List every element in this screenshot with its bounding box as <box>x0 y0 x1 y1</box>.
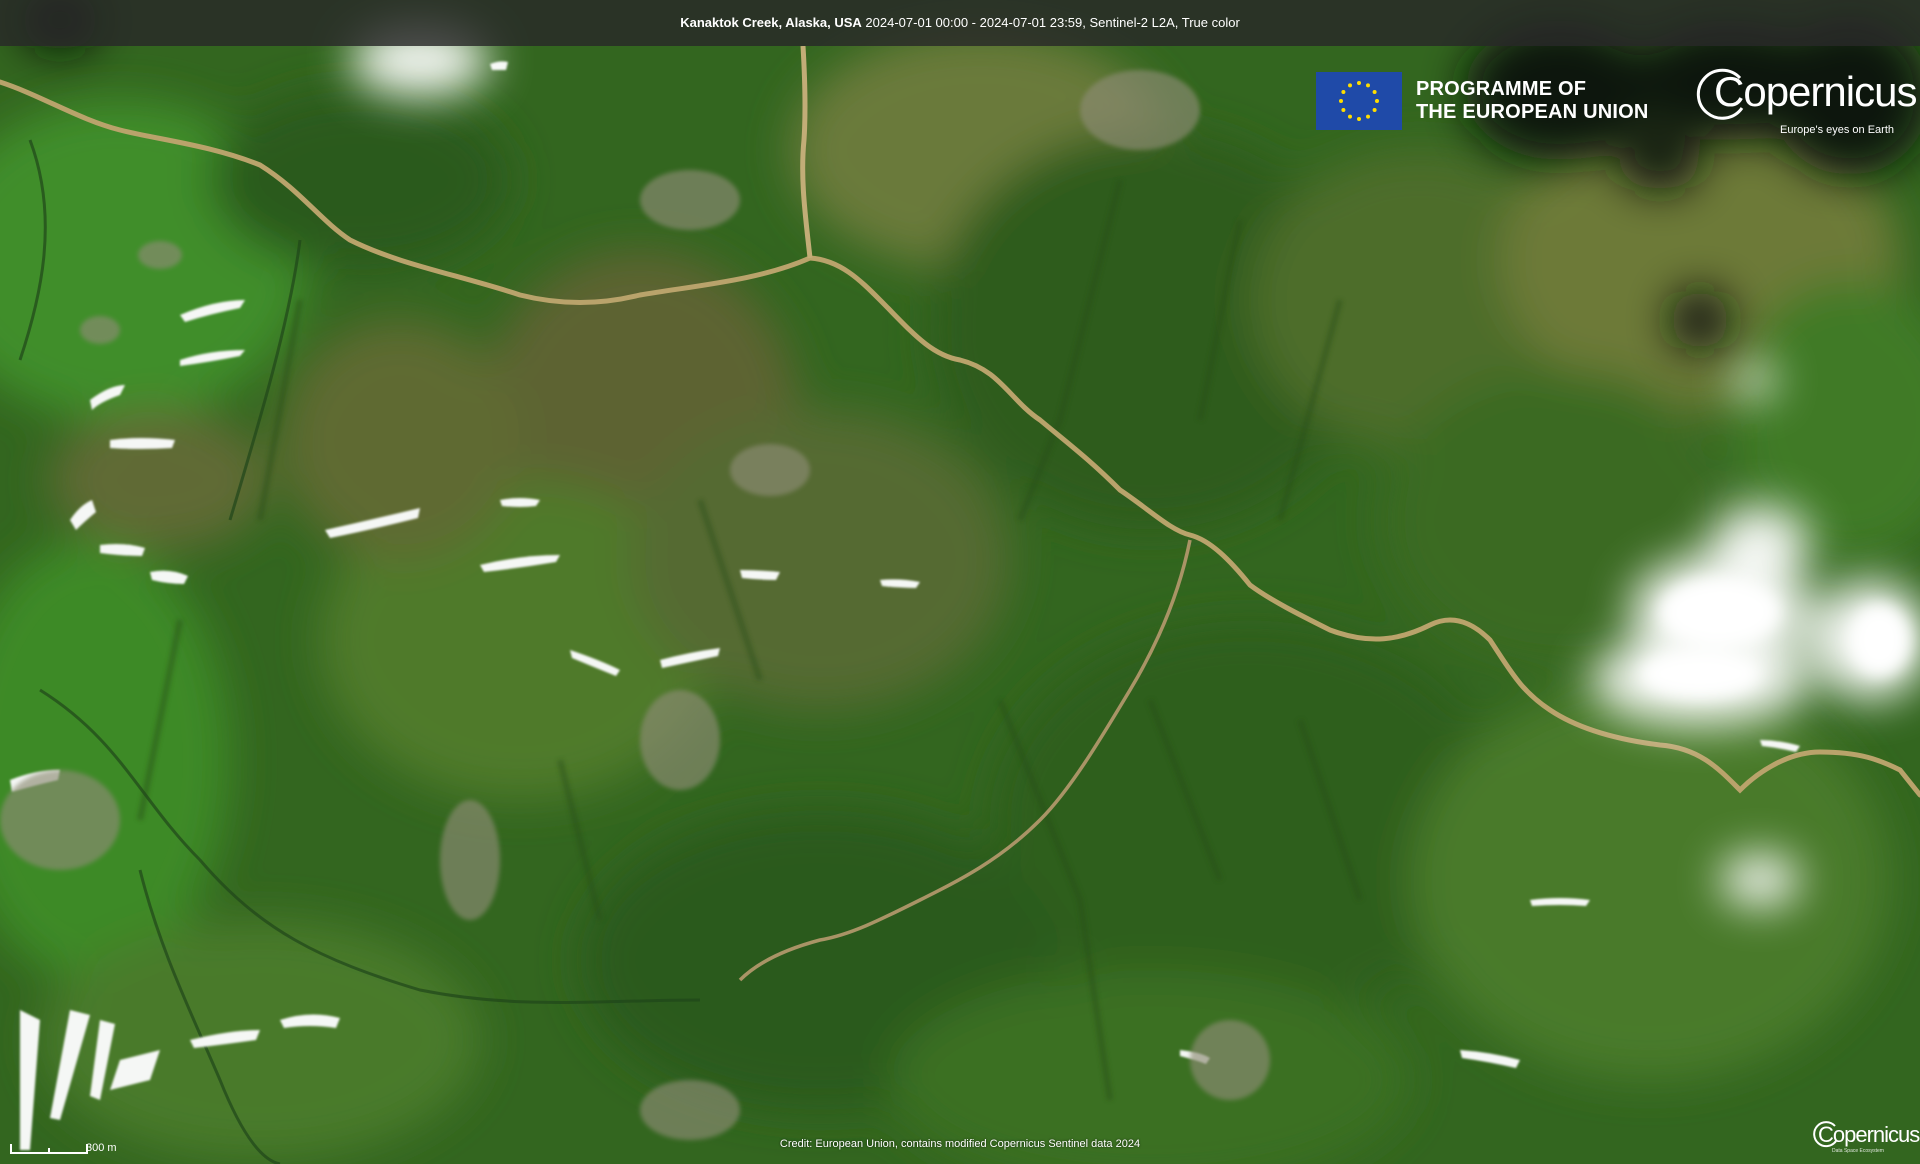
copernicus-tagline: Europe's eyes on Earth <box>1780 124 1895 136</box>
copernicus-dataspace-logo: Copernicus Data Space Ecosystem <box>1812 1120 1920 1158</box>
eu-flag-icon <box>1316 72 1402 130</box>
eu-star <box>1341 90 1346 94</box>
eu-star <box>1339 99 1343 103</box>
map-viewer[interactable]: Kanaktok Creek, Alaska, USA 2024-07-01 0… <box>0 0 1920 1164</box>
eu-programme-logo: PROGRAMME OF THE EUROPEAN UNION <box>1316 72 1649 130</box>
eu-logo-line1: PROGRAMME OF <box>1416 78 1587 100</box>
copernicus-logo: Copernicus Europe's eyes on Earth <box>1696 62 1917 142</box>
eu-star <box>1357 81 1361 85</box>
eu-star <box>1372 90 1377 94</box>
mini-wordmark: Copernicus <box>1818 1122 1920 1147</box>
acquisition-details: 2024-07-01 00:00 - 2024-07-01 23:59, Sen… <box>861 15 1240 30</box>
image-title-bar: Kanaktok Creek, Alaska, USA 2024-07-01 0… <box>0 0 1920 46</box>
eu-star <box>1348 114 1352 119</box>
location-title: Kanaktok Creek, Alaska, USA <box>680 15 862 30</box>
scale-line <box>10 1152 88 1154</box>
satellite-imagery[interactable] <box>0 0 1920 1164</box>
mini-tagline: Data Space Ecosystem <box>1832 1148 1884 1154</box>
imagery-credit: Credit: European Union, contains modifie… <box>779 1138 1141 1150</box>
eu-star <box>1348 83 1352 88</box>
eu-star <box>1366 83 1370 88</box>
eu-logo-line2: THE EUROPEAN UNION <box>1416 101 1649 123</box>
eu-star <box>1341 108 1346 112</box>
eu-star <box>1375 99 1379 103</box>
copernicus-wordmark: Copernicus <box>1714 68 1917 115</box>
eu-star <box>1366 114 1370 119</box>
eu-star <box>1372 108 1377 112</box>
eu-star <box>1357 117 1361 121</box>
